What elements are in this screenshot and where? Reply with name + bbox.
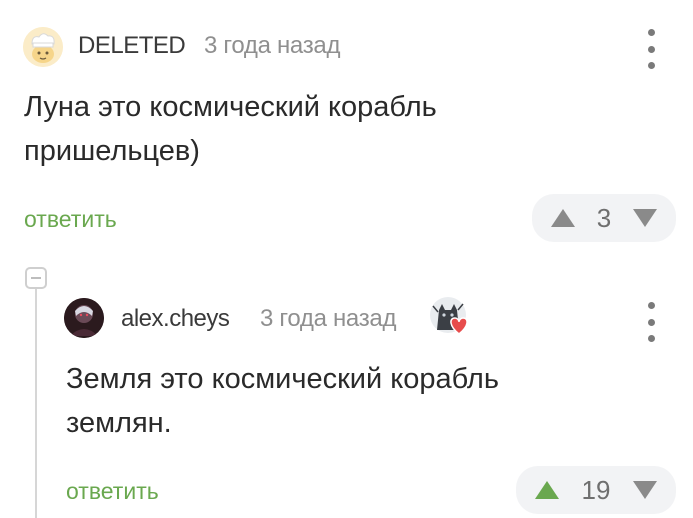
comment-rating: 3 [596,202,612,233]
reply-text-line: Земля это космический корабль [66,363,499,395]
comment-menu-icon[interactable] [641,29,661,69]
user-avatar[interactable] [64,298,104,338]
reply-reply-link[interactable]: ответить [66,478,159,505]
reply-menu-icon[interactable] [641,302,661,342]
upvote-icon[interactable] [550,208,576,228]
upvote-active-icon[interactable] [534,480,560,500]
collapse-thread-button[interactable] [25,267,47,289]
downvote-icon[interactable] [632,208,658,228]
comment-text-line: пришельцев) [24,135,200,167]
downvote-icon[interactable] [632,480,658,500]
thread-line [35,289,37,518]
cat-heart-badge-icon [429,296,471,338]
reply-username[interactable]: alex.cheys [121,305,230,333]
comment-text-line: Луна это космический корабль [24,91,437,123]
comment-username[interactable]: DELETED [78,32,186,60]
reply-text: Земля это космический корабль землян. [66,357,499,445]
reply-timestamp[interactable]: 3 года назад [260,305,396,333]
comment-timestamp[interactable]: 3 года назад [204,32,340,60]
comment-vote-box: 3 [532,194,676,242]
reply-vote-box: 19 [516,466,676,514]
comment-text: Луна это космический корабль пришельцев) [24,85,437,173]
reply-rating: 19 [581,474,611,505]
comment-reply-link[interactable]: ответить [24,206,117,233]
chef-avatar-icon[interactable] [23,27,63,67]
reply-text-line: землян. [66,407,172,439]
